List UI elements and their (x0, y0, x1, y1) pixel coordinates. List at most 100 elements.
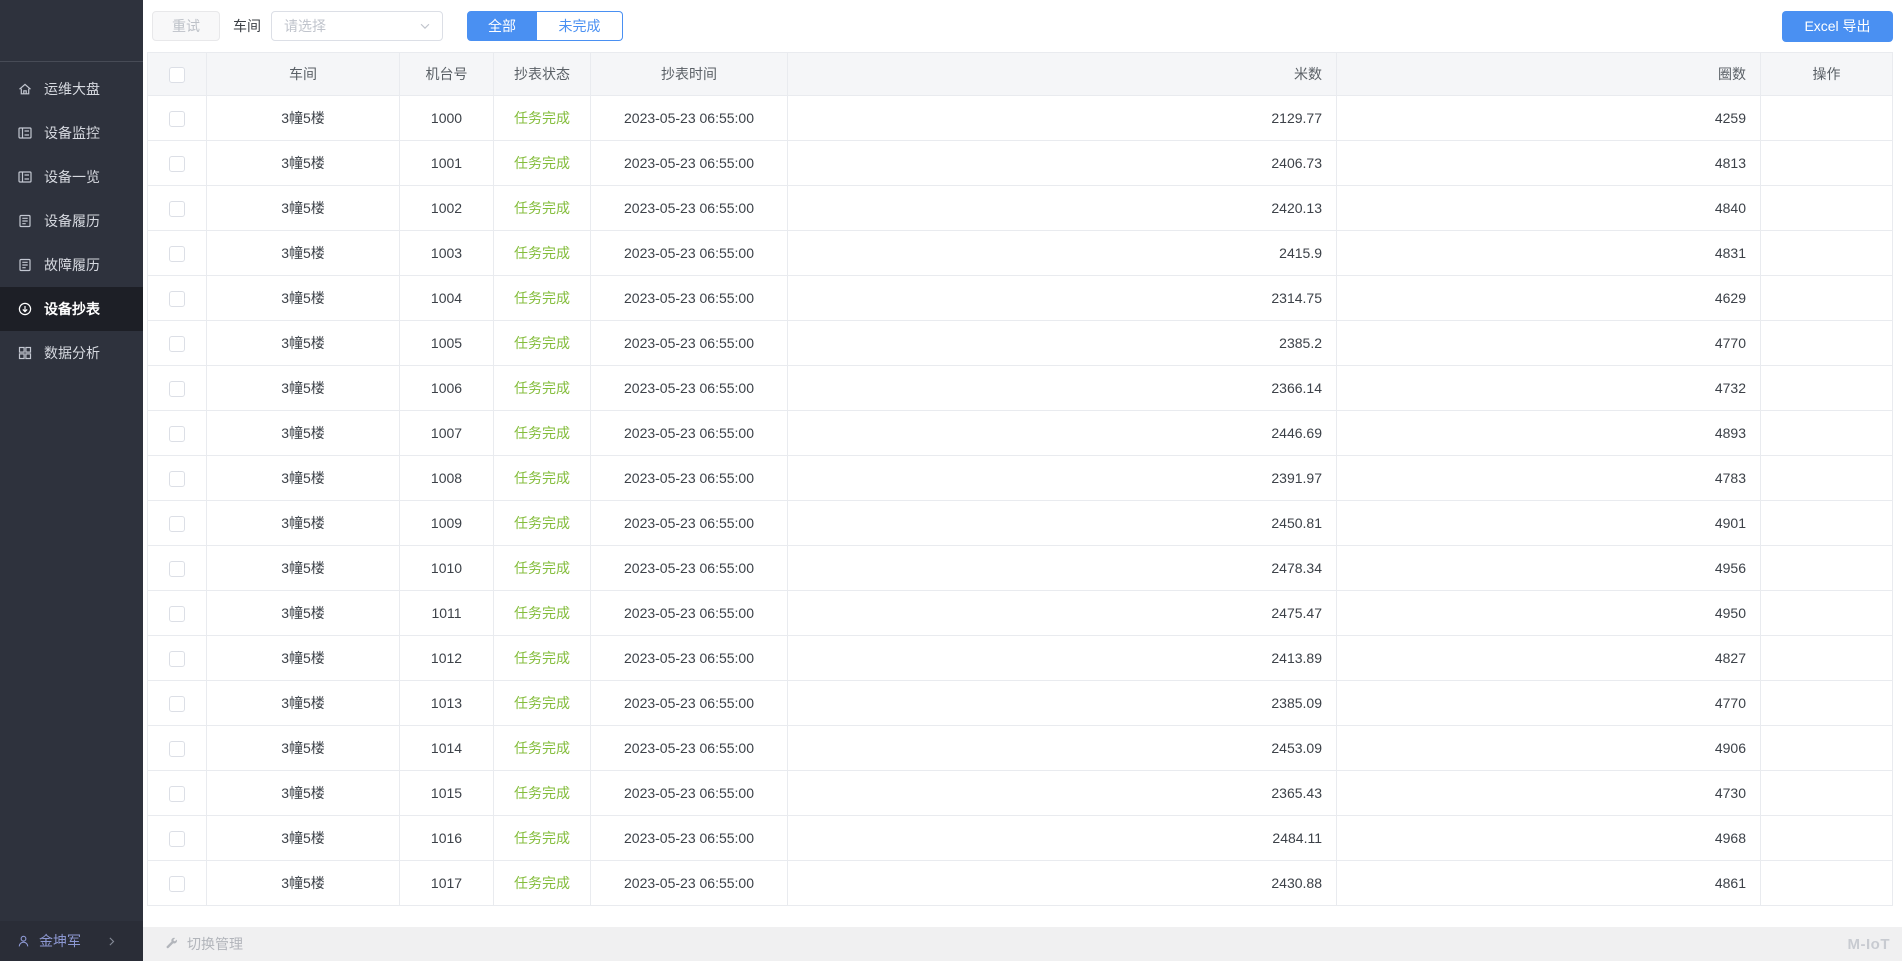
cell-actions (1760, 185, 1893, 231)
row-checkbox[interactable] (169, 200, 185, 217)
cell-actions (1760, 635, 1893, 681)
cell-actions (1760, 770, 1893, 816)
cell-actions (1760, 275, 1893, 321)
sidebar-item-data-analysis[interactable]: 数据分析 (0, 331, 143, 375)
table-row: 3幢5楼 1008 任务完成 2023-05-23 06:55:00 2391.… (147, 455, 1893, 501)
cell-status: 任务完成 (493, 680, 591, 726)
row-checkbox[interactable] (169, 875, 185, 892)
column-header-meters: 米数 (787, 52, 1337, 96)
cell-loops: 4783 (1336, 455, 1761, 501)
row-checkbox-cell (147, 725, 207, 771)
cell-status: 任务完成 (493, 545, 591, 591)
cell-time: 2023-05-23 06:55:00 (590, 275, 788, 321)
row-checkbox-cell (147, 680, 207, 726)
column-header-time: 抄表时间 (590, 52, 788, 96)
row-checkbox[interactable] (169, 605, 185, 622)
sidebar-item-ops-dashboard[interactable]: 运维大盘 (0, 67, 143, 111)
toolbar: 重试 车间 请选择 全部 未完成 Excel 导出 (143, 0, 1902, 52)
sidebar-item-device-list[interactable]: 设备一览 (0, 155, 143, 199)
retry-button[interactable]: 重试 (152, 11, 220, 41)
cell-machine-no: 1012 (399, 635, 494, 681)
cell-status: 任务完成 (493, 815, 591, 861)
row-checkbox[interactable] (169, 380, 185, 397)
row-checkbox[interactable] (169, 785, 185, 802)
cell-actions (1760, 680, 1893, 726)
cell-machine-no: 1006 (399, 365, 494, 411)
row-checkbox[interactable] (169, 155, 185, 172)
meter-reading-table: 车间 机台号 抄表状态 抄表时间 米数 圈数 操作 3幢5楼 1000 任务完成… (147, 52, 1893, 906)
cell-loops: 4770 (1336, 680, 1761, 726)
cell-workshop: 3幢5楼 (206, 410, 400, 456)
row-checkbox[interactable] (169, 245, 185, 262)
cell-meters: 2385.2 (787, 320, 1337, 366)
row-checkbox-cell (147, 185, 207, 231)
cell-machine-no: 1003 (399, 230, 494, 276)
row-checkbox[interactable] (169, 515, 185, 532)
sidebar-item-device-history[interactable]: 设备履历 (0, 199, 143, 243)
column-header-actions: 操作 (1760, 52, 1893, 96)
row-checkbox[interactable] (169, 695, 185, 712)
sidebar-item-device-monitor[interactable]: 设备监控 (0, 111, 143, 155)
row-checkbox[interactable] (169, 560, 185, 577)
cell-status: 任务完成 (493, 275, 591, 321)
cell-workshop: 3幢5楼 (206, 365, 400, 411)
cell-meters: 2453.09 (787, 725, 1337, 771)
row-checkbox-cell (147, 320, 207, 366)
cell-meters: 2446.69 (787, 410, 1337, 456)
row-checkbox[interactable] (169, 290, 185, 307)
sidebar-item-meter-reading[interactable]: 设备抄表 (0, 287, 143, 331)
cell-meters: 2415.9 (787, 230, 1337, 276)
cell-status: 任务完成 (493, 365, 591, 411)
row-checkbox-cell (147, 410, 207, 456)
cell-actions (1760, 455, 1893, 501)
select-all-checkbox[interactable] (169, 66, 185, 83)
workshop-select[interactable]: 请选择 (271, 11, 443, 41)
sidebar-user-footer[interactable]: 金坤军 (0, 921, 143, 961)
table-header-row: 车间 机台号 抄表状态 抄表时间 米数 圈数 操作 (147, 52, 1893, 96)
wrench-icon (165, 937, 179, 951)
cell-workshop: 3幢5楼 (206, 635, 400, 681)
row-checkbox-cell (147, 770, 207, 816)
cell-workshop: 3幢5楼 (206, 275, 400, 321)
cell-machine-no: 1010 (399, 545, 494, 591)
cell-workshop: 3幢5楼 (206, 815, 400, 861)
device-list-icon (17, 169, 33, 185)
row-checkbox[interactable] (169, 110, 185, 127)
cell-actions (1760, 545, 1893, 591)
cell-actions (1760, 320, 1893, 366)
chevron-right-icon[interactable] (105, 935, 118, 948)
cell-actions (1760, 815, 1893, 861)
row-checkbox[interactable] (169, 335, 185, 352)
cell-loops: 4840 (1336, 185, 1761, 231)
cell-time: 2023-05-23 06:55:00 (590, 320, 788, 366)
sidebar-item-fault-history[interactable]: 故障履历 (0, 243, 143, 287)
row-checkbox[interactable] (169, 650, 185, 667)
cell-loops: 4259 (1336, 95, 1761, 141)
column-header-loops: 圈数 (1336, 52, 1761, 96)
row-checkbox[interactable] (169, 740, 185, 757)
switch-management-link[interactable]: 切换管理 (187, 934, 243, 954)
sidebar-item-label: 运维大盘 (44, 81, 100, 97)
row-checkbox[interactable] (169, 830, 185, 847)
cell-status: 任务完成 (493, 185, 591, 231)
table-row: 3幢5楼 1010 任务完成 2023-05-23 06:55:00 2478.… (147, 545, 1893, 591)
filter-incomplete-button[interactable]: 未完成 (537, 11, 623, 41)
cell-status: 任务完成 (493, 725, 591, 771)
cell-meters: 2478.34 (787, 545, 1337, 591)
cell-status: 任务完成 (493, 140, 591, 186)
cell-meters: 2365.43 (787, 770, 1337, 816)
cell-meters: 2129.77 (787, 95, 1337, 141)
row-checkbox[interactable] (169, 470, 185, 487)
status-filter-group: 全部 未完成 (467, 11, 623, 41)
cell-workshop: 3幢5楼 (206, 320, 400, 366)
excel-export-button[interactable]: Excel 导出 (1782, 10, 1893, 42)
cell-machine-no: 1002 (399, 185, 494, 231)
filter-all-button[interactable]: 全部 (467, 11, 537, 41)
row-checkbox[interactable] (169, 425, 185, 442)
header-checkbox-cell (147, 52, 207, 96)
cell-actions (1760, 590, 1893, 636)
cell-workshop: 3幢5楼 (206, 545, 400, 591)
workshop-select-placeholder: 请选择 (284, 18, 326, 34)
sidebar-item-label: 设备监控 (44, 125, 100, 141)
table-row: 3幢5楼 1009 任务完成 2023-05-23 06:55:00 2450.… (147, 500, 1893, 546)
